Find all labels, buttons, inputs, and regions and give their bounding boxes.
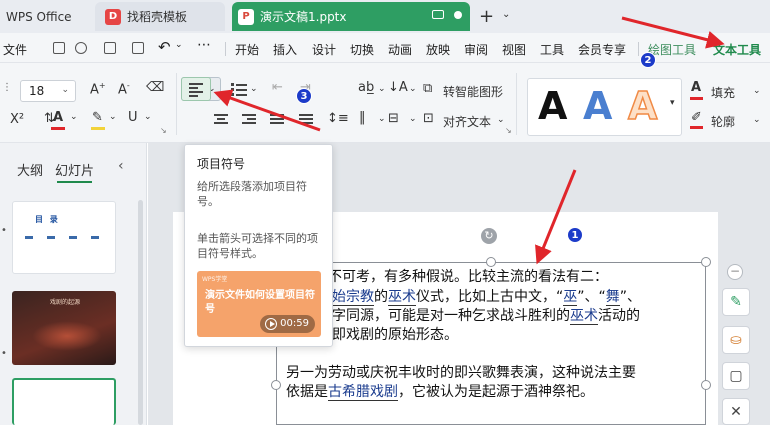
arrow-2 bbox=[621, 16, 725, 49]
step-marker-3: 3 bbox=[296, 88, 312, 104]
arrow-1 bbox=[535, 169, 577, 265]
step-marker-1: 1 bbox=[567, 227, 583, 243]
step-marker-2: 2 bbox=[640, 52, 656, 68]
